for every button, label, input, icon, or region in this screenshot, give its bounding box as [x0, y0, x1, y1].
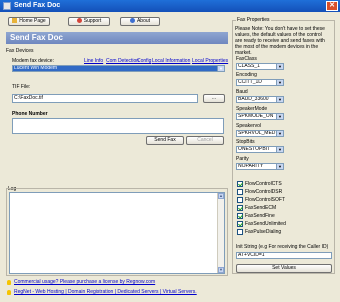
log-group: ▲ ▼ [6, 188, 228, 276]
flowcontrol-cts-label: FlowControlCTS [245, 181, 282, 187]
chevron-down-icon: ▼ [217, 66, 224, 71]
title-bar: Send Fax Doc ✕ [0, 0, 340, 12]
faxsend-unlimited-label: FaxSendUnlimited [245, 221, 286, 227]
faxpulse-dialing-checkbox[interactable] [237, 229, 243, 235]
faxsend-unlimited-checkbox[interactable] [237, 221, 243, 227]
config-link[interactable]: Config [137, 58, 151, 64]
flowcontrol-soft-label: FlowControlSOFT [245, 197, 286, 203]
regnet-hosting-link[interactable]: RegNet - Web Hosting | Domain Registrati… [14, 289, 197, 295]
properties-note: Please Note: You don't have to set these… [235, 26, 325, 56]
faxsend-fine-label: FaxSendFine [245, 213, 275, 219]
speakervol-select[interactable]: SPKRVOL_MED ▼ [236, 130, 284, 137]
fax-properties-title: Fax Properties [236, 17, 271, 23]
stopbits-value: ONESTOPBIT [238, 146, 271, 152]
log-scrollbar[interactable]: ▲ ▼ [217, 193, 224, 273]
faxclass-value: CLASS_1 [238, 63, 260, 69]
tif-file-label: TIF File: [12, 84, 31, 90]
speakervol-label: Speakervol [236, 123, 262, 129]
encoding-label: Encoding [236, 72, 257, 78]
line-info-link[interactable]: Line Info [84, 58, 103, 64]
modem-label: Modem fax device: [12, 58, 54, 64]
faxsend-ecm-label: FaxSendECM [245, 205, 277, 211]
phone-number-input[interactable] [12, 118, 224, 134]
scroll-down-icon[interactable]: ▼ [218, 267, 224, 273]
section-header: Send Fax Doc [6, 32, 228, 44]
chevron-down-icon: ▼ [276, 80, 283, 85]
encoding-value: CCITT_1D [238, 79, 262, 85]
set-values-button[interactable]: Set Values [236, 264, 332, 273]
support-label: Support [83, 18, 102, 24]
modem-device-select[interactable]: Lucent Win Modem ▼ [12, 65, 225, 72]
baud-label: Baud [236, 89, 248, 95]
window-title: Send Fax Doc [14, 2, 61, 9]
fax-app-icon [3, 2, 11, 10]
lightbulb-icon-2 [7, 290, 11, 295]
close-window-button[interactable]: ✕ [326, 1, 338, 11]
local-properties-link[interactable]: Local Properties [192, 58, 228, 64]
support-icon [76, 18, 82, 24]
faxsend-fine-checkbox[interactable] [237, 213, 243, 219]
faxclass-select[interactable]: CLASS_1 ▼ [236, 63, 284, 70]
home-icon [12, 18, 18, 24]
com-detection-link[interactable]: Com Detection [106, 58, 139, 64]
lightbulb-icon [7, 280, 11, 285]
local-information-link[interactable]: Local Information [152, 58, 190, 64]
fax-devices-title: Fax Devices [6, 48, 34, 54]
chevron-down-icon: ▼ [276, 131, 283, 136]
parity-value: NOPARITY [238, 163, 264, 169]
flowcontrol-soft-checkbox[interactable] [237, 197, 243, 203]
speakermode-value: SPKMODE_ON [238, 113, 274, 119]
phone-number-label: Phone Number [12, 111, 48, 117]
chevron-down-icon: ▼ [276, 164, 283, 169]
chevron-down-icon: ▼ [276, 64, 283, 69]
cancel-button[interactable]: Cancel [186, 136, 224, 145]
flowcontrol-dsr-label: FlowControlDSR [245, 189, 283, 195]
stopbits-select[interactable]: ONESTOPBIT ▼ [236, 146, 284, 153]
scroll-up-icon[interactable]: ▲ [218, 193, 224, 199]
tif-file-input[interactable]: C:\FaxDoc.tif [12, 94, 198, 103]
baud-value: BAUD_33600 [238, 96, 269, 102]
chevron-down-icon: ▼ [276, 97, 283, 102]
init-string-input[interactable]: AT+VCID=1 [236, 252, 332, 259]
header-title: Send Fax Doc [10, 33, 63, 42]
about-label: About [136, 18, 151, 24]
faxsend-ecm-checkbox[interactable] [237, 205, 243, 211]
speakermode-select[interactable]: SPKMODE_ON ▼ [236, 113, 284, 120]
home-page-label: Home Page [19, 18, 46, 24]
parity-select[interactable]: NOPARITY ▼ [236, 163, 284, 170]
faxpulse-dialing-label: FaxPulseDialing [245, 229, 282, 235]
encoding-select[interactable]: CCITT_1D ▼ [236, 79, 284, 86]
info-icon [129, 18, 135, 24]
browse-button[interactable]: ... [203, 94, 225, 103]
commercial-license-link[interactable]: Commercial usage? Please purchase a lice… [14, 279, 155, 285]
init-string-label: Init String (e.g For receiving the Calle… [236, 244, 329, 250]
send-fax-button[interactable]: Send Fax [146, 136, 184, 145]
modem-device-value: Lucent Win Modem [14, 65, 58, 71]
speakermode-label: SpeakerMode [236, 106, 268, 112]
log-textarea[interactable]: ▲ ▼ [9, 192, 225, 274]
faxclass-label: FaxClass [236, 56, 257, 62]
parity-label: Parity [236, 156, 249, 162]
home-page-button[interactable]: Home Page [8, 17, 50, 26]
support-button[interactable]: Support [68, 17, 110, 26]
flowcontrol-cts-checkbox[interactable] [237, 181, 243, 187]
chevron-down-icon: ▼ [276, 147, 283, 152]
window-body: Home Page Support About Send Fax Doc Fax… [0, 12, 340, 302]
stopbits-label: StopBits [236, 139, 255, 145]
chevron-down-icon: ▼ [276, 114, 283, 119]
speakervol-value: SPKRVOL_MED [238, 130, 276, 136]
flowcontrol-dsr-checkbox[interactable] [237, 189, 243, 195]
baud-select[interactable]: BAUD_33600 ▼ [236, 96, 284, 103]
about-button[interactable]: About [120, 17, 160, 26]
